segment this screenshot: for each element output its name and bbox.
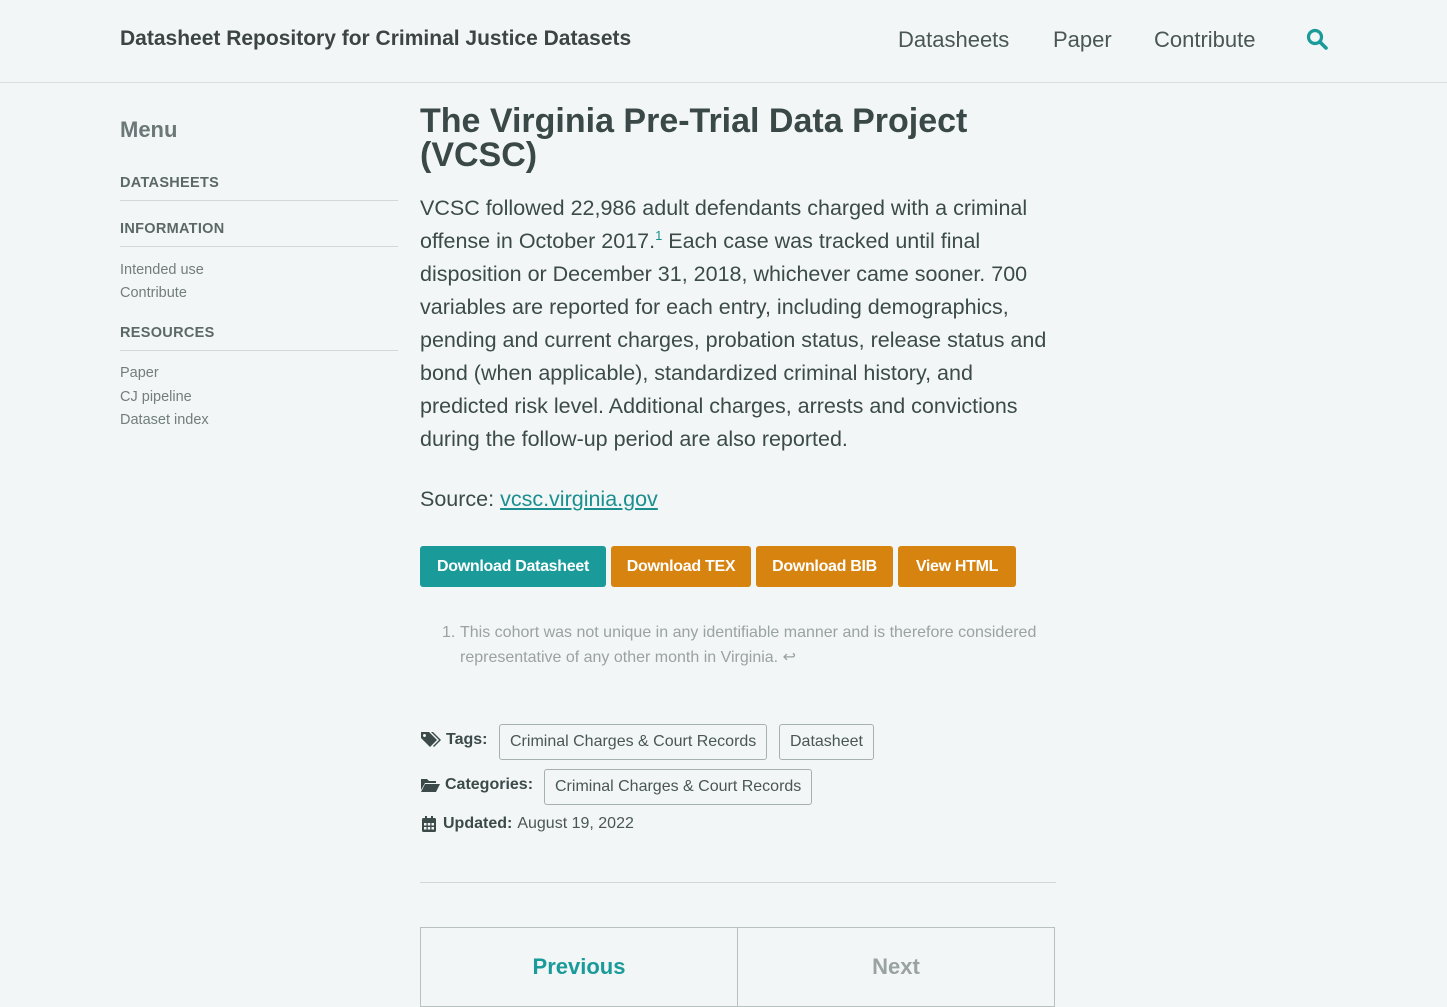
description-text-part-2: Each case was tracked until final dispos… xyxy=(420,229,1047,451)
site-title-link[interactable]: Datasheet Repository for Criminal Justic… xyxy=(120,27,631,51)
sidebar-section-datasheets[interactable]: DATASHEETS xyxy=(120,175,398,201)
tags-label: Tags: xyxy=(420,731,487,749)
dataset-description: VCSC followed 22,986 adult defendants ch… xyxy=(420,192,1060,456)
tag-datasheet[interactable]: Datasheet xyxy=(779,724,874,760)
updated-date: August 19, 2022 xyxy=(517,815,634,832)
content-divider xyxy=(420,882,1056,883)
next-page-button[interactable]: Next xyxy=(737,927,1055,1007)
calendar-icon xyxy=(422,816,436,832)
source-label: Source: xyxy=(420,487,501,511)
sidebar-item-dataset-index[interactable]: Dataset index xyxy=(120,412,209,428)
previous-page-button[interactable]: Previous xyxy=(420,927,738,1007)
sidebar-section-resources: RESOURCES xyxy=(120,325,398,351)
search-icon[interactable] xyxy=(1305,27,1329,51)
folder-open-icon xyxy=(421,779,440,792)
footnote-text: This cohort was not unique in any identi… xyxy=(460,620,1060,670)
footnote-body: This cohort was not unique in any identi… xyxy=(460,624,1037,666)
view-html-button[interactable]: View HTML xyxy=(898,546,1016,587)
categories-label-text: Categories: xyxy=(445,776,534,793)
sidebar-item-paper[interactable]: Paper xyxy=(120,365,159,381)
sidebar-section-information: INFORMATION xyxy=(120,221,398,247)
updated-label-text: Updated: xyxy=(443,815,513,832)
category-criminal-charges[interactable]: Criminal Charges & Court Records xyxy=(544,769,813,805)
updated-line: Updated: August 19, 2022 xyxy=(420,815,634,833)
tags-icon xyxy=(421,732,441,747)
menu-title: Menu xyxy=(120,117,178,142)
page-title: The Virginia Pre-Trial Data Project (VCS… xyxy=(420,102,968,174)
sidebar-item-cj-pipeline[interactable]: CJ pipeline xyxy=(120,389,192,405)
masthead: Datasheet Repository for Criminal Justic… xyxy=(0,0,1447,83)
sidebar-item-contribute[interactable]: Contribute xyxy=(120,285,187,301)
source-line: Source: vcsc.virginia.gov xyxy=(420,487,658,512)
source-link[interactable]: vcsc.virginia.gov xyxy=(500,487,658,511)
tags-label-text: Tags: xyxy=(446,731,488,748)
download-tex-button[interactable]: Download TEX xyxy=(611,546,751,587)
sidebar-item-intended-use[interactable]: Intended use xyxy=(120,262,204,278)
download-datasheet-button[interactable]: Download Datasheet xyxy=(420,546,606,587)
tag-criminal-charges[interactable]: Criminal Charges & Court Records xyxy=(499,724,768,760)
footnote-number: 1. xyxy=(442,624,456,641)
download-bib-button[interactable]: Download BIB xyxy=(756,546,893,587)
nav-link-datasheets[interactable]: Datasheets xyxy=(898,27,1009,53)
nav-link-contribute[interactable]: Contribute xyxy=(1154,27,1256,53)
nav-link-paper[interactable]: Paper xyxy=(1053,27,1112,53)
categories-label: Categories: xyxy=(420,776,533,794)
footnotes: 1. This cohort was not unique in any ide… xyxy=(440,620,1060,670)
footnote-backref-link[interactable]: ↩ xyxy=(783,649,796,666)
